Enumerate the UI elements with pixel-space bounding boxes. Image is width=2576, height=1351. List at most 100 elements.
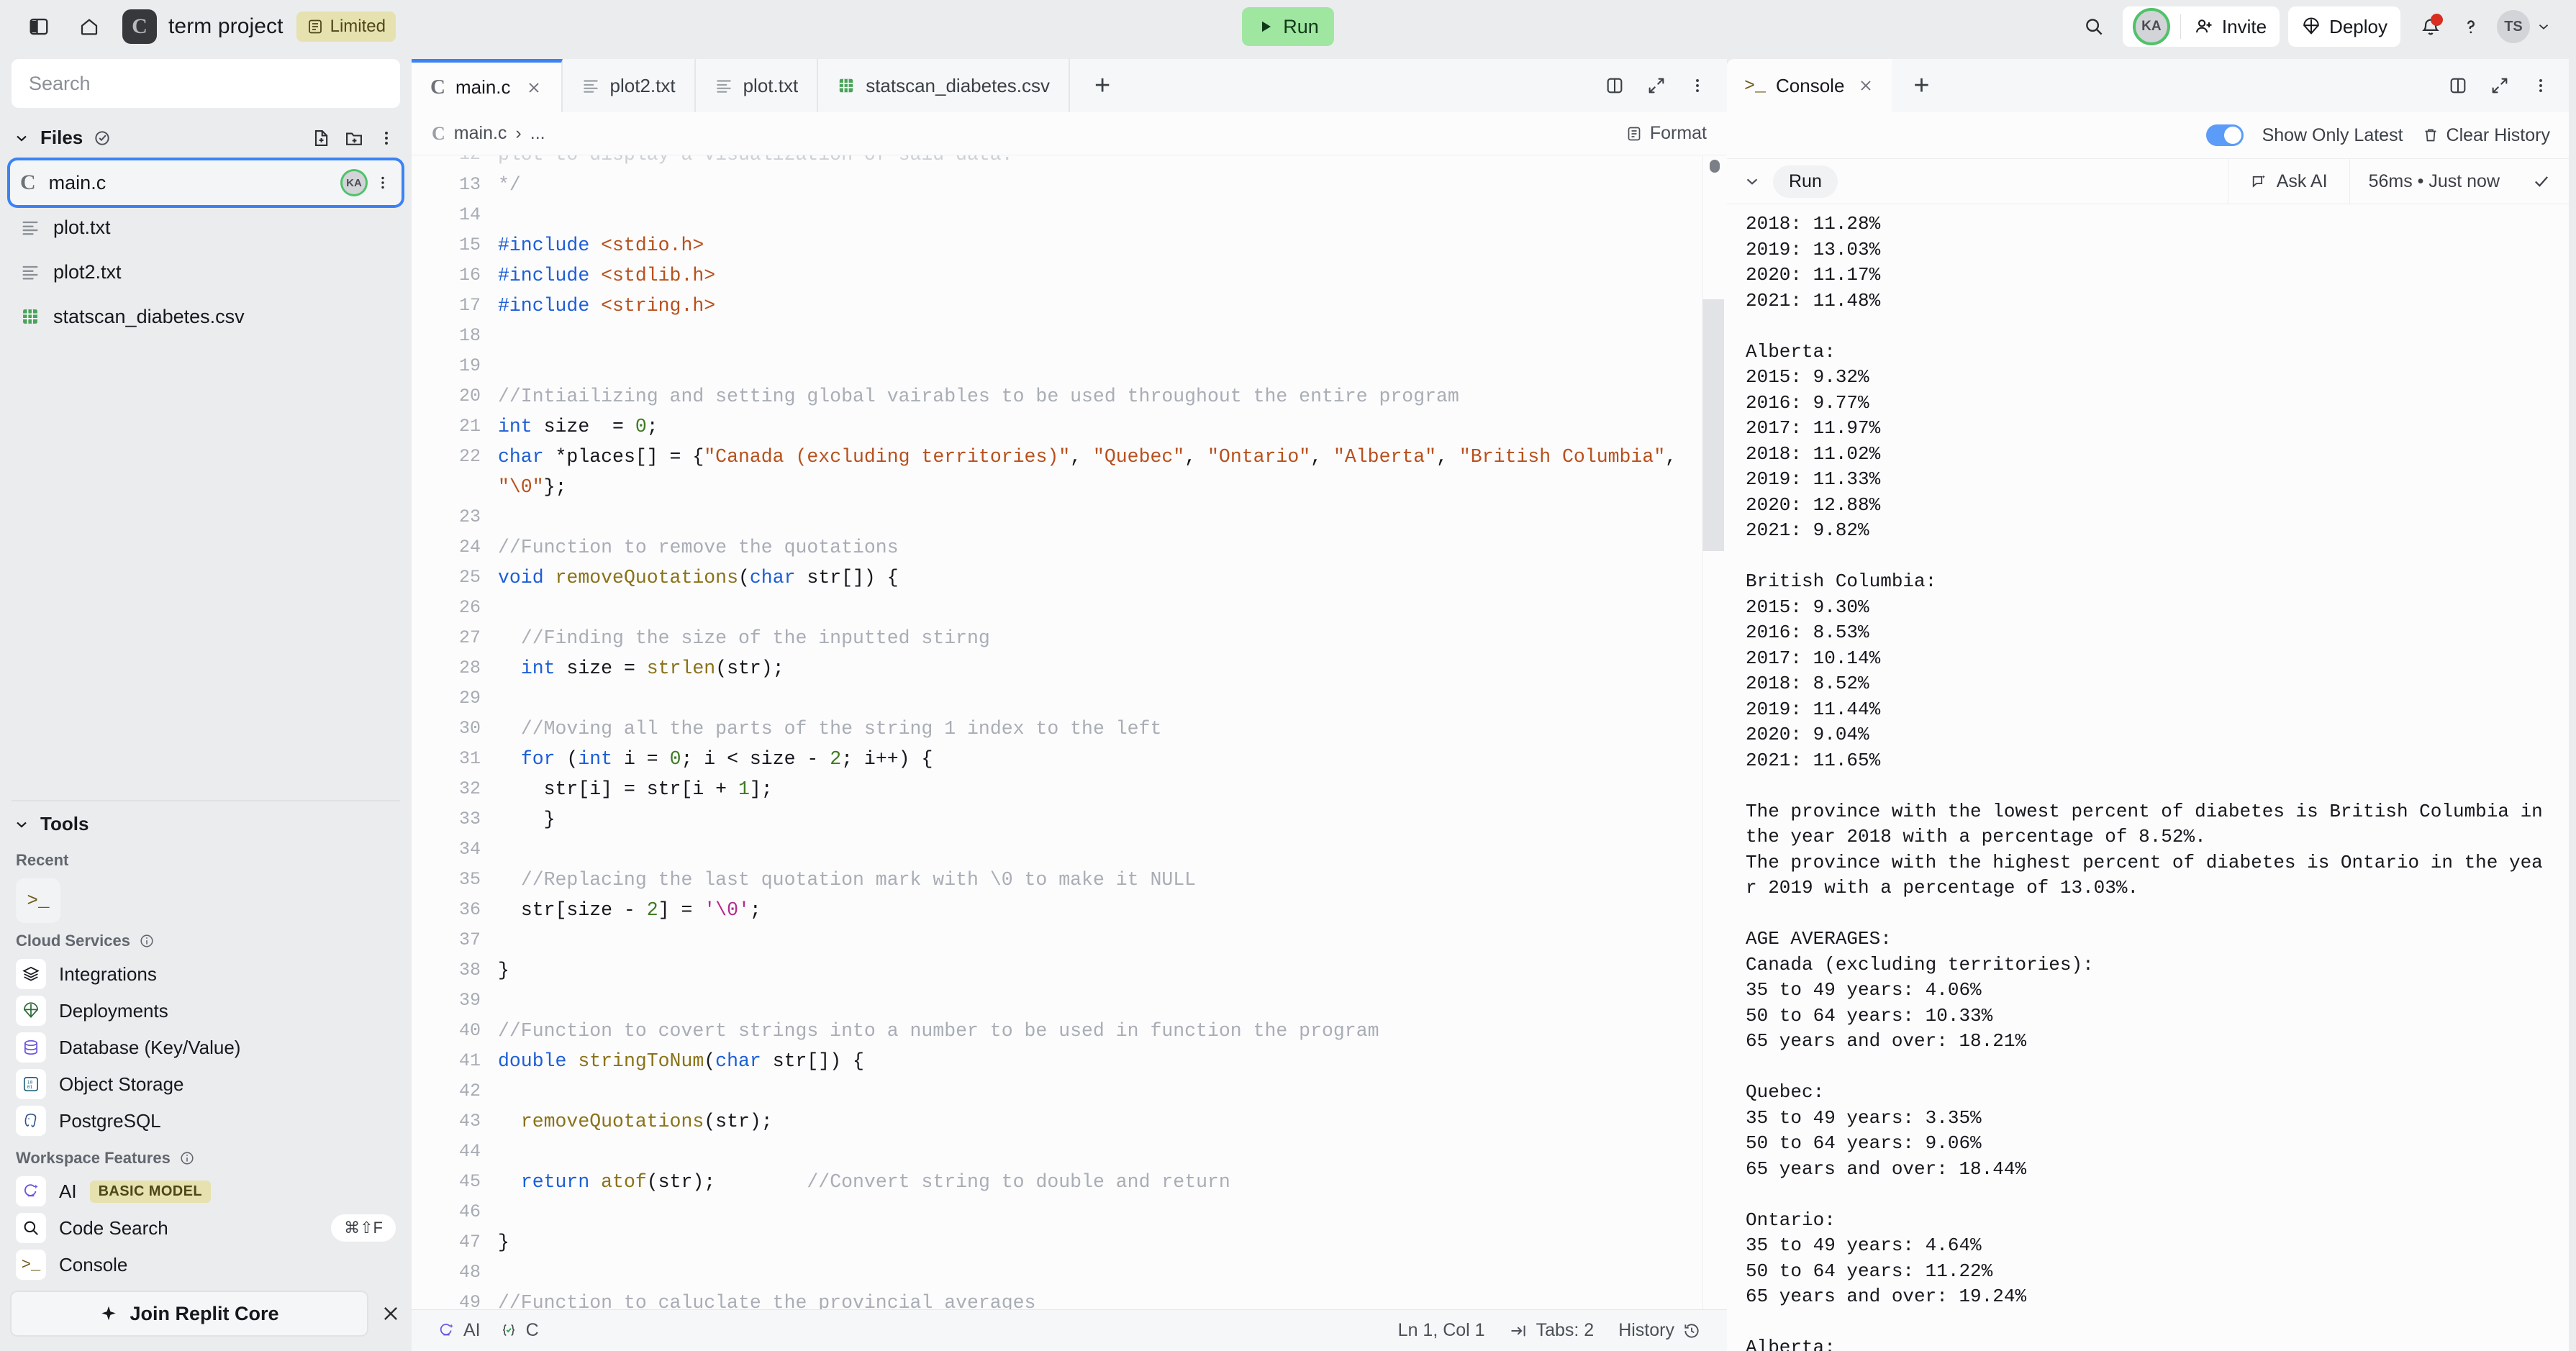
tool-database[interactable]: Database (Key/Value) bbox=[0, 1030, 412, 1065]
breadcrumb-separator: › bbox=[515, 123, 522, 143]
console-new-tab-button[interactable]: + bbox=[1892, 59, 1951, 112]
code-line-text: //Function to covert strings into a numb… bbox=[498, 1016, 1727, 1046]
question-mark-icon[interactable] bbox=[2451, 6, 2491, 47]
code-line-text bbox=[498, 1137, 1727, 1167]
run-button[interactable]: Run bbox=[1242, 7, 1334, 46]
info-icon[interactable] bbox=[179, 1150, 195, 1166]
status-history[interactable]: History bbox=[1618, 1320, 1701, 1341]
bell-icon[interactable] bbox=[2411, 6, 2451, 47]
editor-tab-plot2-txt[interactable]: plot2.txt bbox=[562, 59, 696, 112]
clear-history-button[interactable]: Clear History bbox=[2422, 125, 2550, 146]
user-menu-button[interactable]: TS bbox=[2491, 6, 2557, 47]
tools-section-header[interactable]: Tools bbox=[0, 810, 412, 842]
tool-deployments[interactable]: Deployments bbox=[0, 993, 412, 1028]
tool-console[interactable]: >_ Console bbox=[0, 1247, 412, 1282]
status-tabs[interactable]: Tabs: 2 bbox=[1510, 1320, 1594, 1341]
breadcrumb: C main.c › ... Format bbox=[412, 112, 1727, 155]
tool-code-search[interactable]: Code Search ⌘⇧F bbox=[0, 1211, 412, 1245]
kebab-menu-icon[interactable] bbox=[2531, 76, 2550, 95]
format-button[interactable]: Format bbox=[1625, 123, 1707, 144]
close-icon[interactable] bbox=[1857, 77, 1874, 94]
kebab-menu-icon[interactable] bbox=[1688, 76, 1707, 95]
run-button-label: Run bbox=[1283, 15, 1319, 37]
code-line-text bbox=[498, 593, 1727, 623]
chevron-down-icon[interactable] bbox=[13, 129, 30, 147]
editor-tab-main-c[interactable]: C main.c bbox=[412, 59, 563, 112]
c-file-icon: C bbox=[20, 170, 36, 194]
editor-tab-plot-txt[interactable]: plot.txt bbox=[695, 59, 819, 112]
home-icon[interactable] bbox=[69, 6, 109, 47]
show-only-latest-toggle[interactable] bbox=[2205, 124, 2244, 146]
database-icon bbox=[16, 1032, 46, 1063]
file-item-plot-txt[interactable]: plot.txt bbox=[10, 205, 402, 250]
close-icon[interactable] bbox=[525, 79, 543, 96]
code-line: 22 char *places[] = {"Canada (excluding t… bbox=[412, 442, 1727, 502]
file-item-statscan-csv[interactable]: statscan_diabetes.csv bbox=[10, 294, 402, 339]
editor-scrollbar-thumb[interactable] bbox=[1710, 160, 1720, 173]
kebab-menu-icon[interactable] bbox=[374, 174, 391, 191]
collaborator-avatar-button[interactable]: KA bbox=[2123, 6, 2180, 47]
code-content[interactable]: 12plot to display a visualization of sai… bbox=[412, 155, 1727, 1309]
code-line-text: //Function to remove the quotations bbox=[498, 532, 1727, 563]
show-only-latest-label: Show Only Latest bbox=[2262, 124, 2403, 145]
breadcrumb-file[interactable]: main.c bbox=[454, 123, 507, 144]
invite-button-label: Invite bbox=[2221, 15, 2267, 37]
new-file-icon[interactable] bbox=[311, 128, 331, 148]
new-tab-button[interactable]: + bbox=[1070, 59, 1135, 112]
code-line-text: void removeQuotations(char str[]) { bbox=[498, 563, 1727, 593]
console-output[interactable]: 2018: 11.28% 2019: 13.03% 2020: 11.17% 2… bbox=[1727, 204, 2569, 1351]
tool-ai[interactable]: AI BASIC MODEL bbox=[0, 1174, 412, 1209]
search-icon[interactable] bbox=[2074, 6, 2114, 47]
app-icon: C bbox=[122, 9, 157, 44]
status-ai[interactable]: AI bbox=[437, 1320, 481, 1341]
invite-button[interactable]: Invite bbox=[2181, 6, 2280, 47]
breadcrumb-tail[interactable]: ... bbox=[530, 123, 545, 144]
code-token: 1 bbox=[738, 778, 750, 800]
recent-item-console[interactable]: >_ bbox=[16, 878, 60, 923]
plan-badge[interactable]: Limited bbox=[296, 12, 396, 42]
search-input[interactable]: Search bbox=[12, 59, 400, 108]
chevron-down-icon[interactable] bbox=[1727, 172, 1773, 191]
files-section-header[interactable]: Files bbox=[0, 108, 412, 156]
code-token: char bbox=[715, 1050, 761, 1072]
status-language[interactable]: C bbox=[499, 1320, 539, 1341]
split-pane-icon[interactable] bbox=[1605, 76, 1625, 96]
cloud-services-label: Cloud Services bbox=[0, 923, 412, 955]
line-number: 32 bbox=[458, 778, 481, 799]
tool-postgresql[interactable]: PostgreSQL bbox=[0, 1104, 412, 1138]
code-token: //Function to remove the quotations bbox=[498, 537, 899, 558]
ask-ai-button[interactable]: Ask AI bbox=[2227, 158, 2349, 204]
code-line: 46 bbox=[412, 1197, 1727, 1227]
tool-integrations[interactable]: Integrations bbox=[0, 957, 412, 991]
file-item-main-c[interactable]: C main.c KA bbox=[10, 160, 402, 205]
chevron-down-icon[interactable] bbox=[13, 816, 30, 833]
binary-box-icon: 10 01 bbox=[16, 1069, 46, 1099]
tool-object-storage[interactable]: 10 01 Object Storage bbox=[0, 1067, 412, 1101]
code-line-text: #include <stdio.h> bbox=[498, 230, 1727, 260]
kebab-menu-icon[interactable] bbox=[377, 129, 396, 147]
console-run-label[interactable]: Run bbox=[1773, 165, 1838, 198]
info-icon[interactable] bbox=[139, 933, 155, 949]
code-editor[interactable]: 12plot to display a visualization of sai… bbox=[412, 155, 1727, 1309]
sidebar-toggle-icon[interactable] bbox=[19, 6, 59, 47]
new-folder-icon[interactable] bbox=[344, 128, 364, 148]
editor-tab-statscan-csv[interactable]: statscan_diabetes.csv bbox=[818, 59, 1070, 112]
deploy-button[interactable]: Deploy bbox=[2288, 6, 2400, 47]
code-line: 47} bbox=[412, 1227, 1727, 1257]
file-item-plot2-txt[interactable]: plot2.txt bbox=[10, 250, 402, 294]
code-token: "\0" bbox=[498, 476, 544, 498]
console-tab[interactable]: >_ Console bbox=[1727, 59, 1892, 112]
status-history-label: History bbox=[1618, 1320, 1674, 1340]
expand-icon[interactable] bbox=[1646, 76, 1666, 96]
expand-icon[interactable] bbox=[2490, 76, 2510, 96]
code-scroll-area[interactable]: 12plot to display a visualization of sai… bbox=[412, 155, 1727, 1309]
join-replit-core-button[interactable]: Join Replit Core bbox=[10, 1291, 368, 1337]
code-line: 31 for (int i = 0; i < size - 2; i++) { bbox=[412, 744, 1727, 774]
status-bar-right: Ln 1, Col 1 Tabs: 2 History bbox=[1398, 1320, 1701, 1341]
split-pane-icon[interactable] bbox=[2448, 76, 2468, 96]
close-icon[interactable] bbox=[380, 1303, 402, 1324]
code-line: 23 bbox=[412, 502, 1727, 532]
